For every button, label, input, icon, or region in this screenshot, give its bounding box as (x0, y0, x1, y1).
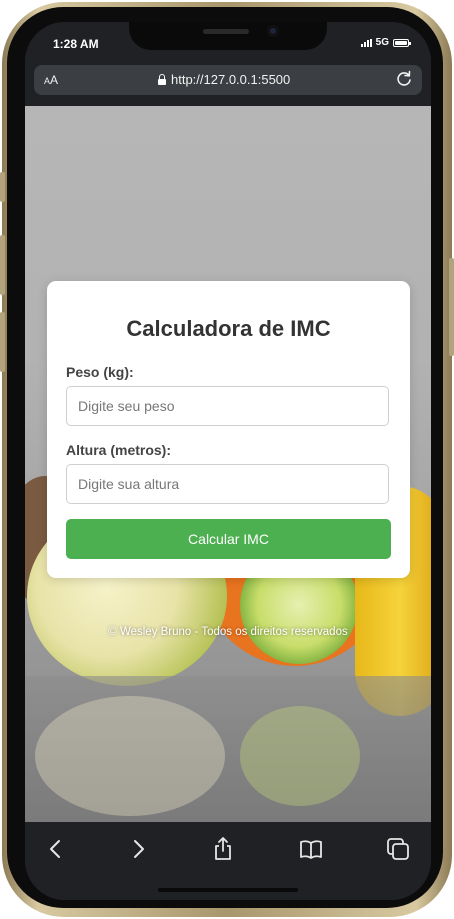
power-button (449, 258, 454, 356)
calculate-bmi-button[interactable]: Calcular IMC (66, 519, 391, 559)
url-text: http://127.0.0.1:5500 (171, 72, 291, 87)
phone-screen: 1:28 AM 5G AA http://127.0.0.1:5500 © We… (25, 22, 431, 900)
lock-icon (158, 73, 166, 85)
status-time: 1:28 AM (53, 37, 99, 51)
browser-toolbar (25, 822, 431, 900)
reload-icon[interactable] (394, 69, 414, 89)
volume-down-button (0, 312, 5, 372)
page-title: Calculadora de IMC (126, 316, 331, 341)
browser-address-area: AA http://127.0.0.1:5500 (25, 64, 431, 106)
network-label: 5G (375, 37, 389, 48)
bmi-calculator-card: Calculadora de IMC Peso (kg): Altura (me… (47, 281, 410, 578)
camera-icon (267, 25, 279, 37)
reader-text-size-button[interactable]: AA (44, 73, 58, 87)
share-icon[interactable] (210, 836, 236, 862)
signal-icon (360, 38, 372, 47)
speaker-grille (203, 29, 249, 34)
forward-icon[interactable] (125, 836, 151, 862)
volume-up-button (0, 235, 5, 295)
home-indicator (158, 888, 298, 892)
status-bar: 1:28 AM 5G (25, 22, 431, 64)
weight-label: Peso (kg): (66, 364, 134, 380)
mute-switch (0, 172, 5, 202)
tabs-icon[interactable] (385, 836, 411, 862)
footer-copyright: © Wesley Bruno - Todos os direitos reser… (108, 626, 348, 638)
weight-input[interactable] (66, 386, 389, 426)
height-label: Altura (metros): (66, 442, 172, 458)
back-icon[interactable] (43, 836, 69, 862)
url-display[interactable]: http://127.0.0.1:5500 (158, 72, 290, 87)
status-indicators: 5G (360, 37, 411, 48)
battery-icon (393, 38, 411, 47)
height-input[interactable] (66, 464, 389, 504)
bookmarks-icon[interactable] (298, 836, 324, 862)
page-viewport: © Wesley Bruno - Todos os direitos reser… (25, 106, 431, 822)
address-bar[interactable]: AA http://127.0.0.1:5500 (34, 65, 422, 95)
notch (129, 22, 327, 50)
